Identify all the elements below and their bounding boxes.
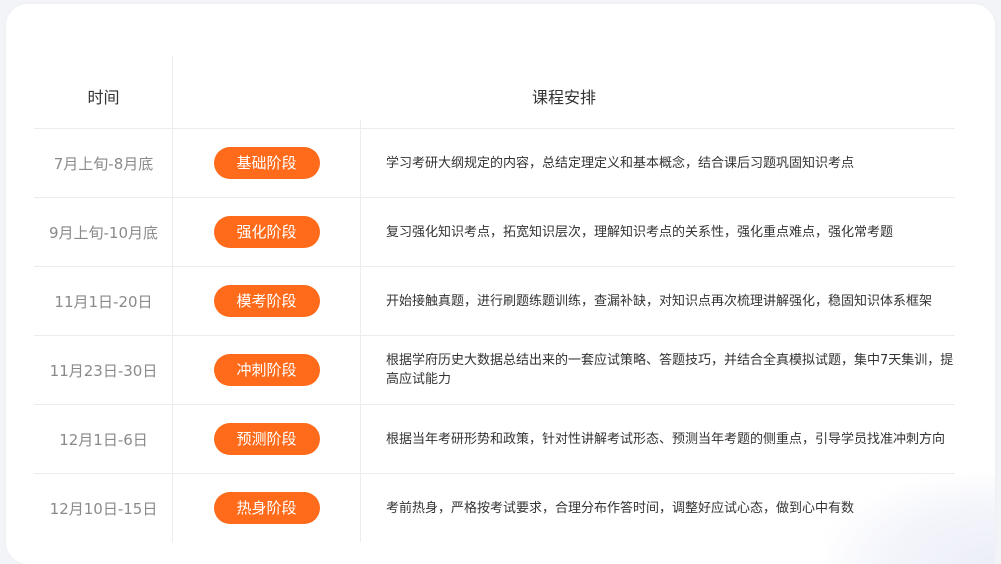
row-description-text: 复习强化知识考点，拓宽知识层次，理解知识考点的关系性，强化重点难点，强化常考题: [386, 224, 894, 240]
row-description: 开始接触真题，进行刷题练题训练，查漏补缺，对知识点再次梳理讲解强化，稳固知识体系…: [386, 267, 956, 335]
table-row: 11月1日-20日 模考阶段 开始接触真题，进行刷题练题训练，查漏补缺，对知识点…: [34, 267, 955, 336]
row-description: 考前热身，严格按考试要求，合理分布作答时间，调整好应试心态，做到心中有数: [386, 474, 956, 542]
table-header: 时间 课程安排: [34, 56, 955, 129]
row-description: 根据学府历史大数据总结出来的一套应试策略、答题技巧，并结合全真模拟试题，集中7天…: [386, 336, 956, 404]
stage-badge-prediction: 预测阶段: [213, 423, 320, 455]
row-stage-cell: 热身阶段: [173, 474, 360, 542]
row-stage-cell: 强化阶段: [173, 198, 360, 266]
schedule-table: 时间 课程安排 7月上旬-8月底 基础阶段 学习考研大纲规定的内容，总结定理定义…: [34, 56, 955, 542]
stage-badge-warmup: 热身阶段: [213, 492, 320, 524]
row-stage-cell: 冲刺阶段: [173, 336, 360, 404]
row-description-text: 根据当年考研形势和政策，针对性讲解考试形态、预测当年考题的侧重点，引导学员找准冲…: [386, 431, 946, 447]
row-description-text: 根据学府历史大数据总结出来的一套应试策略、答题技巧，并结合全真模拟试题，集中7天…: [386, 353, 954, 387]
stage-badge-foundation: 基础阶段: [213, 147, 320, 179]
row-date: 12月1日-6日: [59, 430, 148, 449]
row-description-text: 考前热身，严格按考试要求，合理分布作答时间，调整好应试心态，做到心中有数: [386, 500, 855, 516]
row-description: 学习考研大纲规定的内容，总结定理定义和基本概念，结合课后习题巩固知识考点: [386, 129, 956, 197]
stage-badge-mock-exam: 模考阶段: [213, 285, 320, 317]
row-description-text: 学习考研大纲规定的内容，总结定理定义和基本概念，结合课后习题巩固知识考点: [386, 155, 855, 171]
row-stage-cell: 预测阶段: [173, 405, 360, 473]
table-row: 7月上旬-8月底 基础阶段 学习考研大纲规定的内容，总结定理定义和基本概念，结合…: [34, 129, 955, 198]
row-date: 9月上旬-10月底: [48, 223, 159, 242]
row-date: 11月23日-30日: [49, 361, 158, 380]
row-description-text: 开始接触真题，进行刷题练题训练，查漏补缺，对知识点再次梳理讲解强化，稳固知识体系…: [386, 293, 933, 309]
row-date: 7月上旬-8月底: [53, 154, 154, 173]
stage-badge-sprint: 冲刺阶段: [213, 354, 320, 386]
row-description: 复习强化知识考点，拓宽知识层次，理解知识考点的关系性，强化重点难点，强化常考题: [386, 198, 956, 266]
row-stage-cell: 模考阶段: [173, 267, 360, 335]
header-time: 时间: [87, 88, 120, 107]
table-row: 9月上旬-10月底 强化阶段 复习强化知识考点，拓宽知识层次，理解知识考点的关系…: [34, 198, 955, 267]
table-row: 11月23日-30日 冲刺阶段 根据学府历史大数据总结出来的一套应试策略、答题技…: [34, 336, 955, 405]
table-row: 12月10日-15日 热身阶段 考前热身，严格按考试要求，合理分布作答时间，调整…: [34, 474, 955, 542]
row-stage-cell: 基础阶段: [173, 129, 360, 197]
row-description: 根据当年考研形势和政策，针对性讲解考试形态、预测当年考题的侧重点，引导学员找准冲…: [386, 405, 956, 473]
row-date: 12月10日-15日: [49, 499, 158, 518]
stage-badge-intensive: 强化阶段: [213, 216, 320, 248]
table-row: 12月1日-6日 预测阶段 根据当年考研形势和政策，针对性讲解考试形态、预测当年…: [34, 405, 955, 474]
row-date: 11月1日-20日: [54, 292, 153, 311]
header-arrangement: 课程安排: [531, 88, 596, 107]
